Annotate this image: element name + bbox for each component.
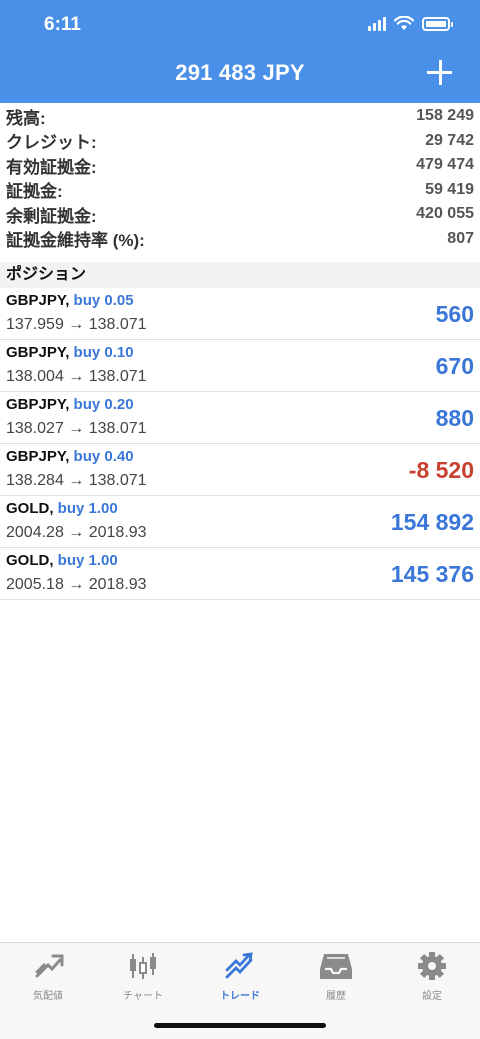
account-equity-title: 291 483 JPY xyxy=(175,60,305,85)
summary-value: 59 419 xyxy=(425,180,474,198)
position-prices: 137.959 → 138.071 xyxy=(6,316,147,333)
position-row[interactable]: GBPJPY, buy 0.20 138.027 → 138.071 880 xyxy=(0,392,480,444)
positions-list: GBPJPY, buy 0.05 137.959 → 138.071 560 G… xyxy=(0,288,480,600)
history-icon xyxy=(320,954,352,979)
tab-label: 履歴 xyxy=(326,991,346,1002)
summary-value: 29 742 xyxy=(425,131,474,149)
tab-label: 気配値 xyxy=(33,991,63,1002)
home-indicator[interactable] xyxy=(154,1023,326,1028)
top-bar: 6:11 291 483 JPY xyxy=(0,0,480,103)
summary-value: 420 055 xyxy=(416,205,474,223)
summary-row-free-margin: 余剰証拠金: 420 055 xyxy=(0,202,480,227)
position-side-volume: buy 0.05 xyxy=(73,292,134,309)
tab-trade[interactable]: トレード xyxy=(200,951,280,1002)
status-icons xyxy=(368,16,453,31)
status-time: 6:11 xyxy=(44,14,81,35)
position-profit: -8 520 xyxy=(408,457,474,483)
position-profit: 154 892 xyxy=(390,509,474,535)
tab-quotes[interactable]: 気配値 xyxy=(8,951,88,1002)
position-prices: 138.284 → 138.071 xyxy=(6,472,147,489)
tab-settings[interactable]: 設定 xyxy=(392,951,472,1002)
position-side-volume: buy 0.20 xyxy=(73,396,134,413)
summary-label: 証拠金維持率 (%): xyxy=(6,231,145,251)
new-order-plus-icon[interactable] xyxy=(424,57,456,89)
summary-label: 余剰証拠金: xyxy=(6,206,97,226)
summary-row-margin: 証拠金: 59 419 xyxy=(0,178,480,203)
summary-label: 残高: xyxy=(6,108,46,128)
positions-section-header: ポジション xyxy=(0,262,480,288)
tab-label: トレード xyxy=(220,991,260,1002)
battery-icon xyxy=(422,16,453,31)
position-row[interactable]: GBPJPY, buy 0.10 138.004 → 138.071 670 xyxy=(0,340,480,392)
summary-row-equity: 有効証拠金: 479 474 xyxy=(0,153,480,178)
wifi-icon xyxy=(394,16,414,30)
tab-label: チャート xyxy=(123,991,163,1002)
summary-row-margin-level: 証拠金維持率 (%): 807 xyxy=(0,227,480,252)
position-symbol: GBPJPY, xyxy=(6,448,70,465)
position-row[interactable]: GBPJPY, buy 0.40 138.284 → 138.071 -8 52… xyxy=(0,444,480,496)
tab-chart[interactable]: チャート xyxy=(103,951,183,1002)
position-row[interactable]: GBPJPY, buy 0.05 137.959 → 138.071 560 xyxy=(0,288,480,340)
position-symbol: GBPJPY, xyxy=(6,292,70,309)
position-profit: 670 xyxy=(435,353,474,379)
position-prices: 2004.28 → 2018.93 xyxy=(6,524,147,541)
trade-icon xyxy=(225,952,253,979)
position-symbol: GOLD, xyxy=(6,552,54,569)
summary-value: 479 474 xyxy=(416,156,474,174)
position-profit: 880 xyxy=(435,405,474,431)
position-side-volume: buy 0.40 xyxy=(73,448,134,465)
position-symbol: GOLD, xyxy=(6,500,54,517)
quotes-icon xyxy=(35,954,64,978)
position-symbol: GBPJPY, xyxy=(6,344,70,361)
account-summary: 残高: 158 249 クレジット: 29 742 有効証拠金: 479 474… xyxy=(0,104,480,251)
position-profit: 145 376 xyxy=(390,561,474,587)
summary-label: クレジット: xyxy=(6,133,97,153)
chart-icon xyxy=(130,953,156,979)
tab-label: 設定 xyxy=(422,991,442,1002)
cellular-signal-icon xyxy=(368,16,386,31)
position-side-volume: buy 1.00 xyxy=(57,552,118,569)
position-side-volume: buy 0.10 xyxy=(73,344,134,361)
summary-value: 158 249 xyxy=(416,107,474,125)
tab-history[interactable]: 履歴 xyxy=(296,951,376,1002)
summary-row-balance: 残高: 158 249 xyxy=(0,104,480,129)
summary-label: 有効証拠金: xyxy=(6,157,97,177)
position-side-volume: buy 1.00 xyxy=(57,500,118,517)
position-prices: 138.027 → 138.071 xyxy=(6,420,147,437)
summary-row-credit: クレジット: 29 742 xyxy=(0,129,480,154)
position-row[interactable]: GOLD, buy 1.00 2004.28 → 2018.93 154 892 xyxy=(0,496,480,548)
position-profit: 560 xyxy=(435,301,474,327)
summary-label: 証拠金: xyxy=(6,182,63,202)
settings-icon xyxy=(418,952,446,980)
position-prices: 2005.18 → 2018.93 xyxy=(6,576,147,593)
position-symbol: GBPJPY, xyxy=(6,396,70,413)
position-row[interactable]: GOLD, buy 1.00 2005.18 → 2018.93 145 376 xyxy=(0,548,480,600)
summary-value: 807 xyxy=(447,229,474,247)
position-prices: 138.004 → 138.071 xyxy=(6,368,147,385)
